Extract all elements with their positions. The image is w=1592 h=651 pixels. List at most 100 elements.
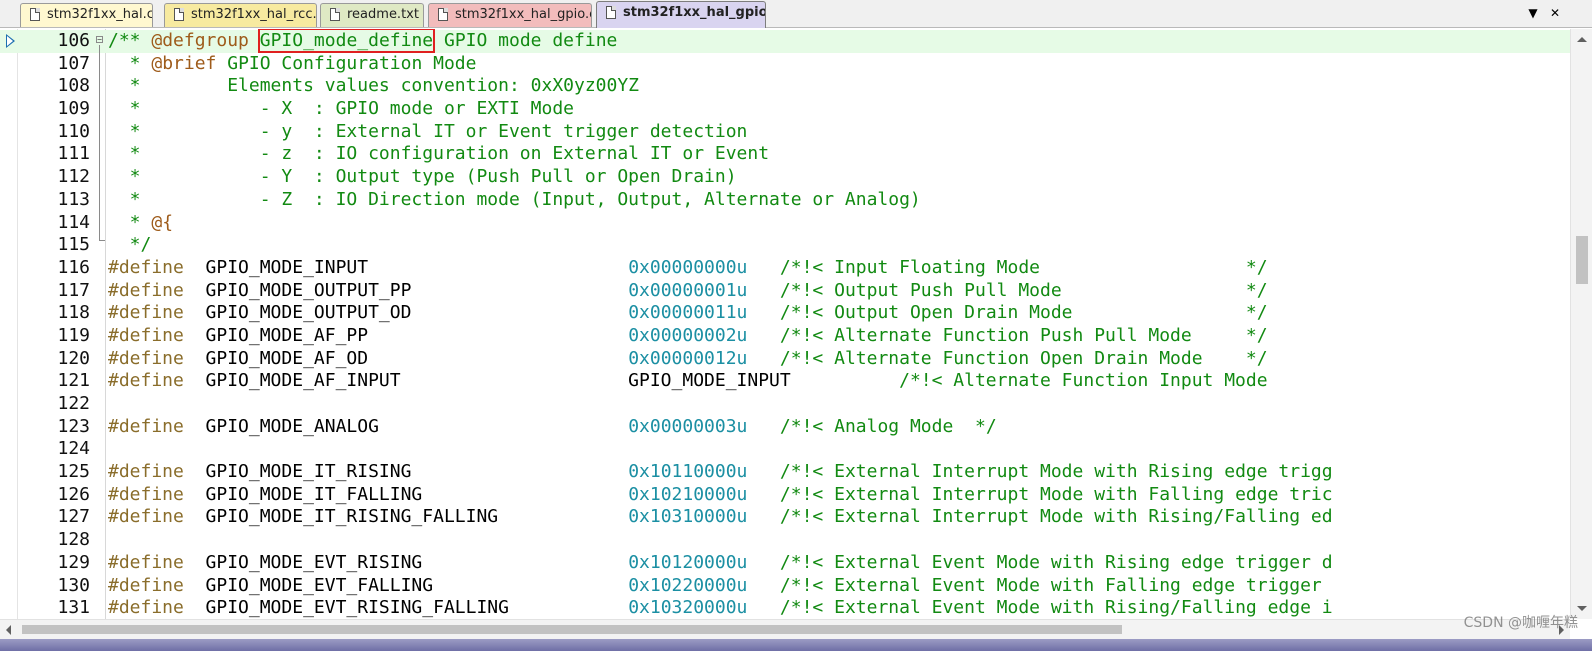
- line-code[interactable]: * - Z : IO Direction mode (Input, Output…: [108, 189, 921, 212]
- line-number: 125: [57, 461, 90, 483]
- code-token: #define: [108, 256, 184, 278]
- code-line[interactable]: 115 */: [0, 234, 1570, 257]
- line-code[interactable]: #define GPIO_MODE_OUTPUT_PP 0x00000001u …: [108, 280, 1268, 303]
- line-code[interactable]: #define GPIO_MODE_IT_RISING 0x10110000u …: [108, 461, 1333, 484]
- tab-stm32f1xx-hal-gpio-c[interactable]: stm32f1xx_hal_gpio.c: [428, 3, 592, 27]
- tab-readme-txt[interactable]: readme.txt: [320, 3, 424, 27]
- line-code[interactable]: #define GPIO_MODE_AF_OD 0x00000012u /*!<…: [108, 348, 1268, 371]
- scroll-down-icon[interactable]: [1577, 606, 1587, 611]
- line-number: 122: [57, 393, 90, 414]
- horizontal-scroll-thumb[interactable]: [22, 625, 1122, 634]
- line-code[interactable]: #define GPIO_MODE_INPUT 0x00000000u /*!<…: [108, 257, 1268, 280]
- code-line[interactable]: 123 #define GPIO_MODE_ANALOG 0x00000003u …: [0, 416, 1570, 439]
- code-line[interactable]: 120 #define GPIO_MODE_AF_OD 0x00000012u /…: [0, 348, 1570, 371]
- close-icon[interactable]: ✕: [1548, 5, 1562, 21]
- line-code[interactable]: * Elements values convention: 0xX0yz00YZ: [108, 75, 639, 98]
- line-number: 128: [57, 529, 90, 551]
- line-code[interactable]: */: [108, 234, 152, 257]
- code-editor[interactable]: 106 /** @defgroup GPIO_mode_define GPIO m…: [0, 29, 1570, 619]
- code-token: 0x10310000u: [628, 506, 748, 528]
- line-code[interactable]: #define GPIO_MODE_EVT_RISING 0x10120000u…: [108, 552, 1333, 575]
- line-code[interactable]: #define GPIO_MODE_AF_PP 0x00000002u /*!<…: [108, 325, 1268, 348]
- line-code[interactable]: * - X : GPIO mode or EXTI Mode: [108, 98, 574, 121]
- line-number: 131: [57, 597, 90, 619]
- code-token: /**: [108, 30, 152, 51]
- line-code[interactable]: /** @defgroup GPIO_mode_define GPIO mode…: [108, 29, 618, 53]
- code-token: * - y : External IT or Event trigger det…: [108, 120, 748, 142]
- code-line[interactable]: 117 #define GPIO_MODE_OUTPUT_PP 0x0000000…: [0, 280, 1570, 303]
- code-line[interactable]: 129 #define GPIO_MODE_EVT_RISING 0x101200…: [0, 552, 1570, 575]
- chevron-down-icon[interactable]: ▼: [1526, 5, 1540, 21]
- code-token: @brief: [151, 52, 217, 74]
- code-line[interactable]: 112 * - Y : Output type (Push Pull or Op…: [0, 166, 1570, 189]
- code-line[interactable]: 121 #define GPIO_MODE_AF_INPUT GPIO_MODE_…: [0, 370, 1570, 393]
- code-line[interactable]: 111 * - z : IO configuration on External…: [0, 143, 1570, 166]
- line-code[interactable]: #define GPIO_MODE_IT_RISING_FALLING 0x10…: [108, 506, 1333, 529]
- line-code[interactable]: #define GPIO_MODE_EVT_FALLING 0x10220000…: [108, 575, 1322, 598]
- code-line[interactable]: 108 * Elements values convention: 0xX0yz…: [0, 75, 1570, 98]
- fold-toggle-icon[interactable]: −: [96, 36, 103, 44]
- line-code[interactable]: * @brief GPIO Configuration Mode: [108, 52, 477, 76]
- line-code[interactable]: #define GPIO_MODE_ANALOG 0x00000003u /*!…: [108, 416, 997, 439]
- code-line[interactable]: 128: [0, 529, 1570, 552]
- code-token: 0x10120000u: [628, 551, 748, 573]
- code-line[interactable]: 130 #define GPIO_MODE_EVT_FALLING 0x10220…: [0, 575, 1570, 598]
- code-token: /*!< External Interrupt Mode with Fallin…: [747, 483, 1333, 505]
- vertical-scrollbar[interactable]: [1570, 29, 1592, 619]
- line-code[interactable]: #define GPIO_MODE_IT_FALLING 0x10210000u…: [108, 484, 1333, 507]
- line-code[interactable]: * - z : IO configuration on External IT …: [108, 143, 769, 166]
- code-line[interactable]: 113 * - Z : IO Direction mode (Input, Ou…: [0, 189, 1570, 212]
- code-line[interactable]: 114 * @{: [0, 212, 1570, 235]
- tab-stm32f1xx-hal-c[interactable]: stm32f1xx_hal.c: [20, 3, 153, 27]
- line-number: 127: [57, 506, 90, 528]
- code-token: #define: [108, 415, 184, 437]
- code-line[interactable]: 131 #define GPIO_MODE_EVT_RISING_FALLING …: [0, 597, 1570, 619]
- scroll-up-icon[interactable]: [1577, 37, 1587, 42]
- code-line[interactable]: 116 #define GPIO_MODE_INPUT 0x00000000u /…: [0, 257, 1570, 280]
- line-number: 119: [57, 324, 90, 346]
- code-line[interactable]: 122: [0, 393, 1570, 416]
- code-line[interactable]: 118 #define GPIO_MODE_OUTPUT_OD 0x0000001…: [0, 302, 1570, 325]
- line-code[interactable]: #define GPIO_MODE_OUTPUT_OD 0x00000011u …: [108, 302, 1268, 325]
- code-token: GPIO mode define: [433, 30, 618, 51]
- line-number: 111: [57, 143, 90, 165]
- code-lines[interactable]: 106 /** @defgroup GPIO_mode_define GPIO m…: [0, 29, 1570, 619]
- code-token: 0x00000000u: [628, 256, 748, 278]
- code-token: /*!< External Interrupt Mode with Rising…: [747, 506, 1333, 528]
- horizontal-scrollbar[interactable]: [0, 619, 1570, 639]
- line-code[interactable]: * - Y : Output type (Push Pull or Open D…: [108, 166, 737, 189]
- code-token: 0x00000002u: [628, 324, 748, 346]
- scroll-left-icon[interactable]: [6, 625, 11, 635]
- code-token: 0x00000001u: [628, 279, 748, 301]
- line-number: 115: [57, 234, 90, 256]
- code-line[interactable]: 110 * - y : External IT or Event trigger…: [0, 121, 1570, 144]
- code-token: #define: [108, 574, 184, 596]
- document-icon: [330, 8, 340, 21]
- code-line[interactable]: 119 #define GPIO_MODE_AF_PP 0x00000002u /…: [0, 325, 1570, 348]
- tab-stm32f1xx-hal-rcc-c[interactable]: stm32f1xx_hal_rcc.c: [164, 3, 317, 27]
- code-line[interactable]: 107 * @brief GPIO Configuration Mode: [0, 53, 1570, 76]
- line-code[interactable]: #define GPIO_MODE_EVT_RISING_FALLING 0x1…: [108, 597, 1333, 619]
- code-token: GPIO_MODE_EVT_FALLING: [183, 574, 629, 596]
- code-token: /*!< Output Open Drain Mode */: [747, 302, 1268, 324]
- line-code[interactable]: #define GPIO_MODE_AF_INPUT GPIO_MODE_INP…: [108, 370, 1268, 393]
- code-token: /*!< Alternate Function Open Drain Mode …: [747, 347, 1268, 369]
- line-code[interactable]: * @{: [108, 212, 173, 235]
- code-line[interactable]: 109 * - X : GPIO mode or EXTI Mode: [0, 98, 1570, 121]
- code-line[interactable]: 127 #define GPIO_MODE_IT_RISING_FALLING 0…: [0, 506, 1570, 529]
- code-line[interactable]: 106 /** @defgroup GPIO_mode_define GPIO m…: [0, 29, 1570, 53]
- code-line[interactable]: 126 #define GPIO_MODE_IT_FALLING 0x102100…: [0, 484, 1570, 507]
- tab-stm32f1xx-hal-gpio-h[interactable]: stm32f1xx_hal_gpio.h: [596, 1, 766, 28]
- code-line[interactable]: 124: [0, 438, 1570, 461]
- line-number: 108: [57, 75, 90, 97]
- code-token: #define: [108, 279, 184, 301]
- line-number: 109: [57, 98, 90, 120]
- code-token: 0x10220000u: [628, 574, 748, 596]
- code-token: * - X : GPIO mode or EXTI Mode: [108, 98, 574, 120]
- line-number: 120: [57, 347, 90, 369]
- document-icon: [438, 8, 448, 21]
- code-line[interactable]: 125 #define GPIO_MODE_IT_RISING 0x1011000…: [0, 461, 1570, 484]
- vertical-scroll-thumb[interactable]: [1576, 236, 1588, 284]
- code-token: /*!< Alternate Function Push Pull Mode *…: [747, 324, 1268, 346]
- line-code[interactable]: * - y : External IT or Event trigger det…: [108, 120, 748, 144]
